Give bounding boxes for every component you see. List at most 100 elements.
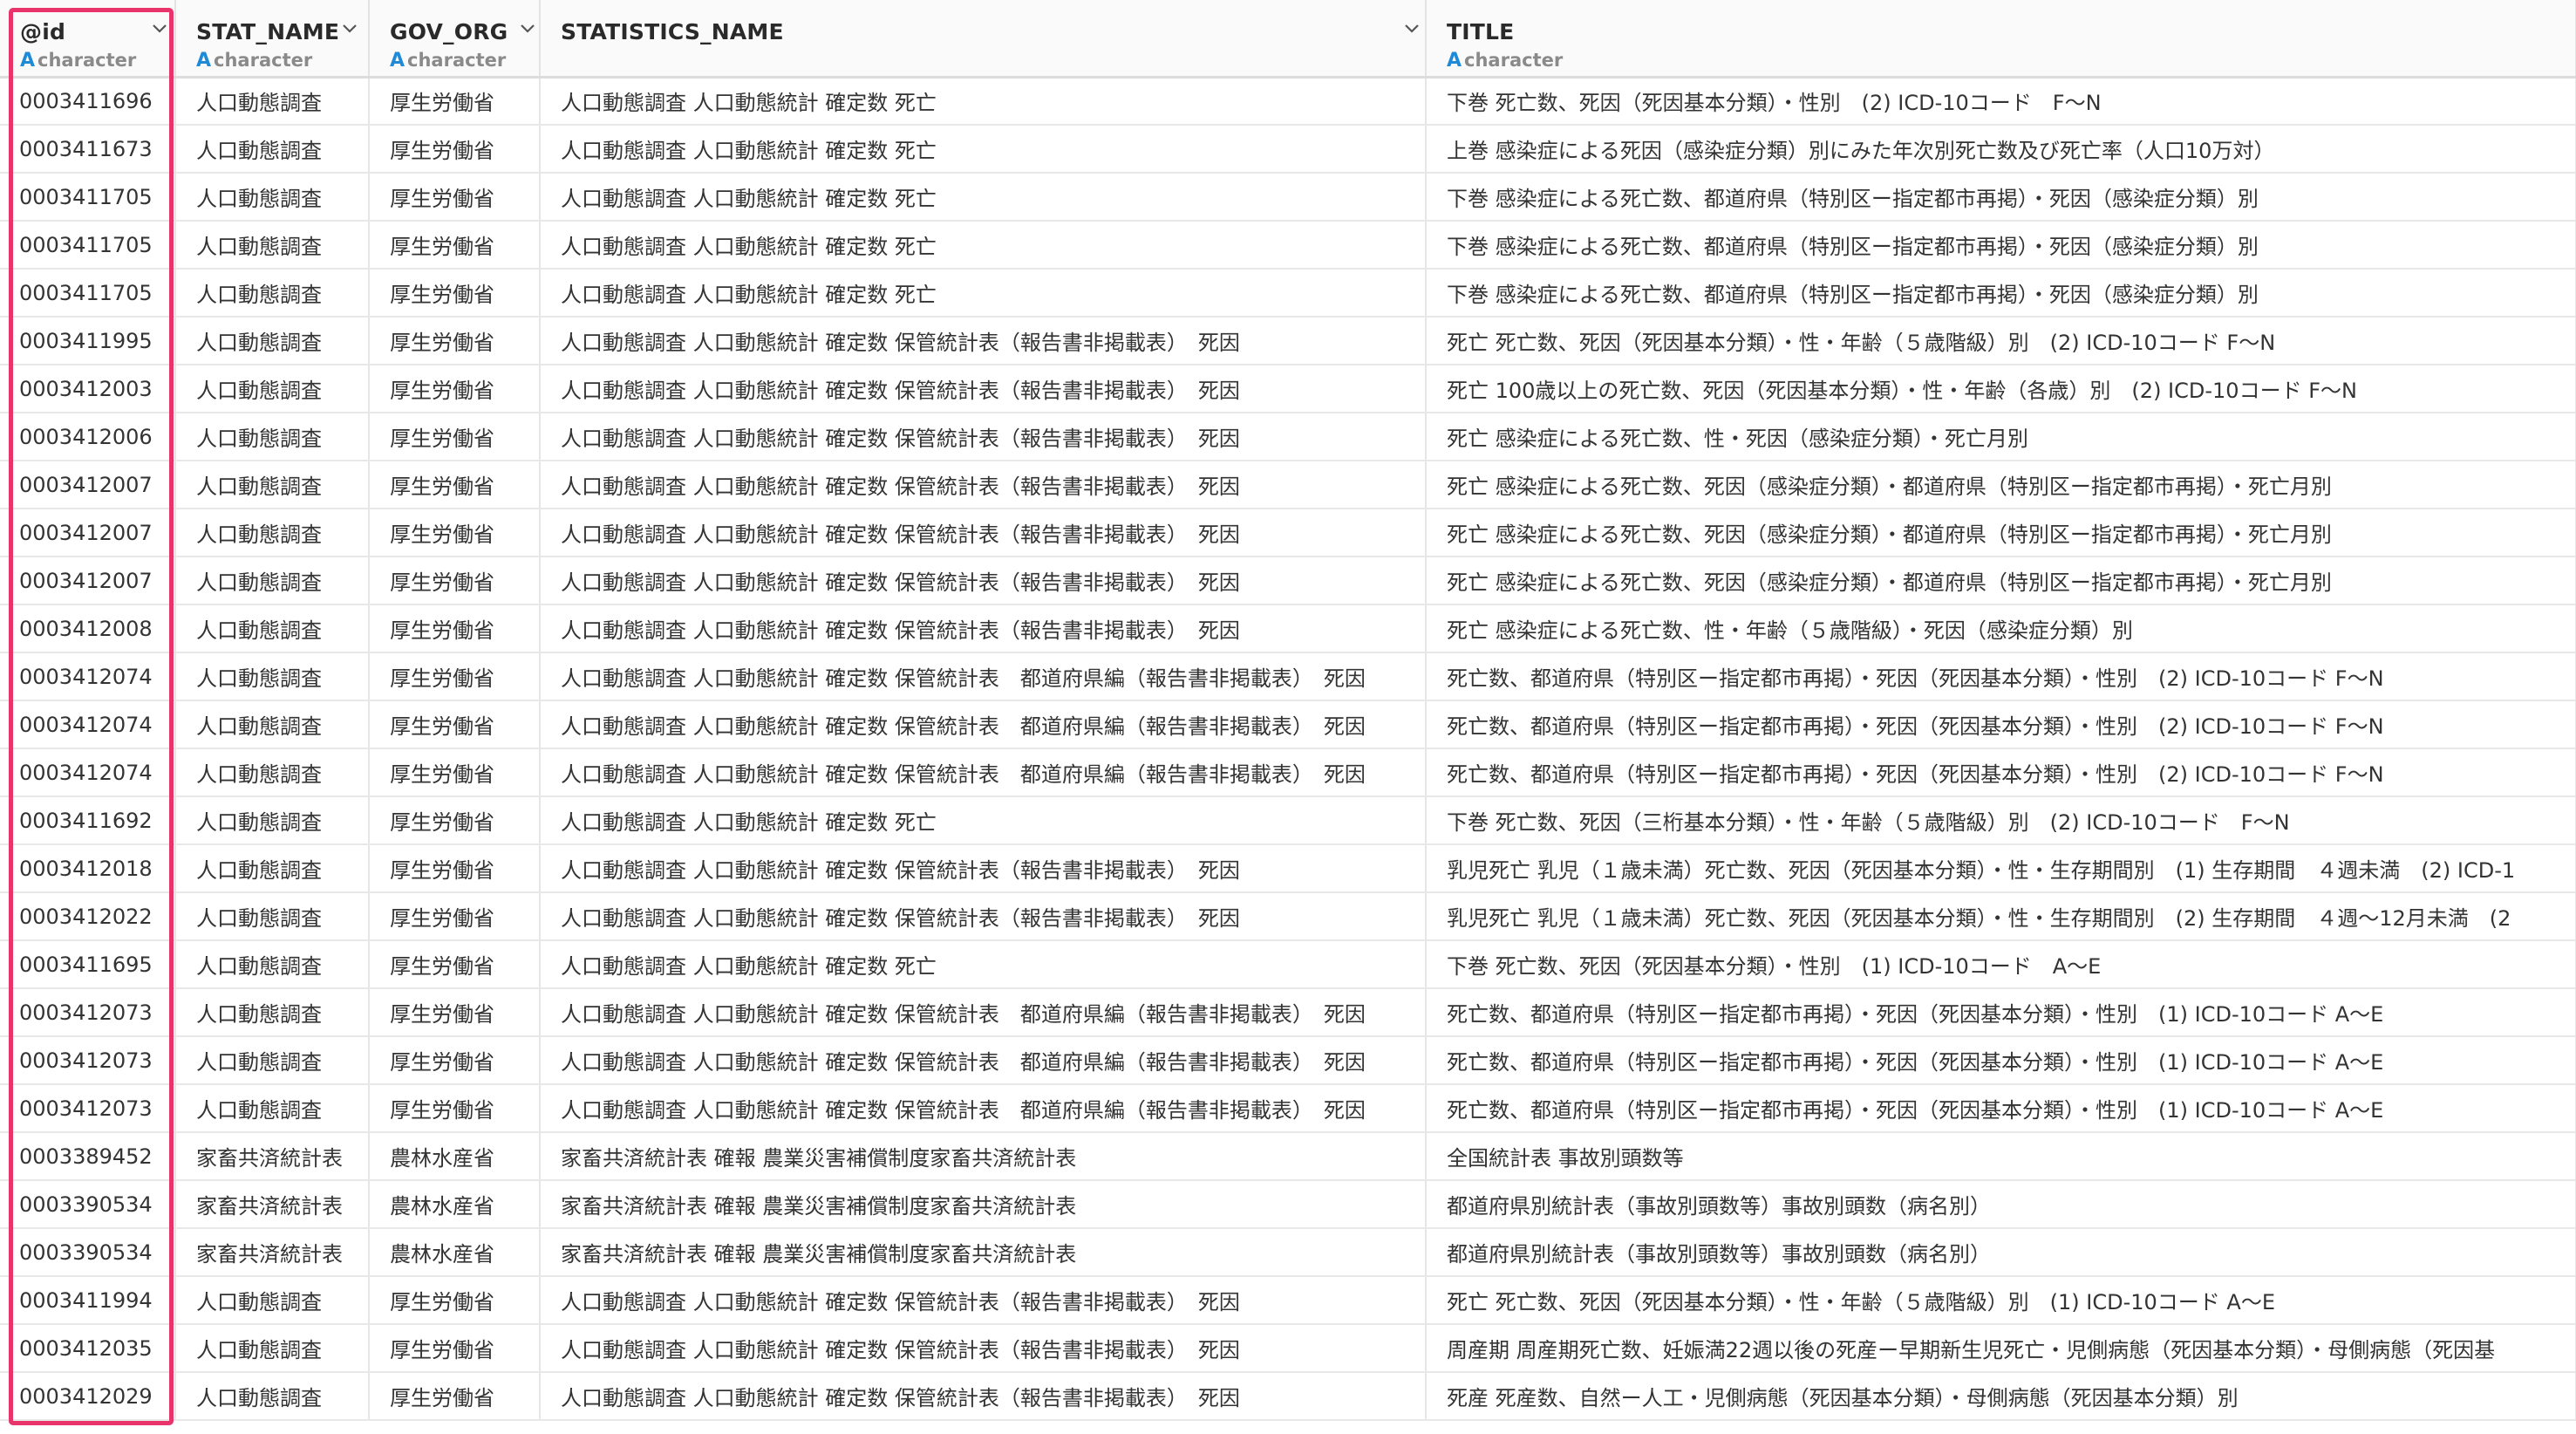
table-row[interactable]: 0003411994 人口動態調査 厚生労働省 人口動態調査 人口動態統計 確定数 保… [0,1276,2576,1325]
table-row[interactable]: 0003412029 人口動態調査 厚生労働省 人口動態調査 人口動態統計 確定数 保… [0,1372,2576,1421]
cell-title[interactable]: 死亡数、都道府県（特別区ー指定都市再掲）・死因（死因基本分類）・性別 (1) I… [1426,1084,2576,1133]
table-row[interactable]: 0003411705 人口動態調査 厚生労働省 人口動態調査 人口動態統計 確定数 死… [0,173,2576,222]
cell-id[interactable]: 0003412018 [0,844,176,893]
cell-id[interactable]: 0003412007 [0,557,176,605]
cell-title[interactable]: 死亡数、都道府県（特別区ー指定都市再掲）・死因（死因基本分類）・性別 (1) I… [1426,988,2576,1037]
cell-stat-name[interactable]: 人口動態調査 [175,1036,370,1085]
cell-stat-name[interactable]: 人口動態調査 [175,796,370,845]
cell-title[interactable]: 死亡数、都道府県（特別区ー指定都市再掲）・死因（死因基本分類）・性別 (2) I… [1426,652,2576,701]
cell-gov-org[interactable]: 厚生労働省 [369,1324,541,1373]
cell-stat-name[interactable]: 人口動態調査 [175,604,370,653]
chevron-down-icon[interactable] [1404,23,1419,35]
chevron-down-icon[interactable] [152,23,167,35]
table-row[interactable]: 0003411696 人口動態調査 厚生労働省 人口動態調査 人口動態統計 確定数 死… [0,77,2576,126]
cell-id[interactable]: 0003411696 [0,77,176,126]
cell-id[interactable]: 0003411995 [0,317,176,365]
table-row[interactable]: 0003411692 人口動態調査 厚生労働省 人口動態調査 人口動態統計 確定数 死… [0,796,2576,845]
cell-gov-org[interactable]: 厚生労働省 [369,652,541,701]
cell-gov-org[interactable]: 厚生労働省 [369,940,541,989]
table-row[interactable]: 0003412007 人口動態調査 厚生労働省 人口動態調査 人口動態統計 確定数 保… [0,557,2576,605]
table-row[interactable]: 0003412073 人口動態調査 厚生労働省 人口動態調査 人口動態統計 確定数 保… [0,988,2576,1037]
cell-stat-name[interactable]: 人口動態調査 [175,1084,370,1133]
cell-id[interactable]: 0003412073 [0,988,176,1037]
cell-id[interactable]: 0003411994 [0,1276,176,1325]
cell-title[interactable]: 死亡 感染症による死亡数、死因（感染症分類）・都道府県（特別区ー指定都市再掲）・… [1426,461,2576,509]
cell-title[interactable]: 下巻 感染症による死亡数、都道府県（特別区ー指定都市再掲）・死因（感染症分類）別 [1426,221,2576,270]
cell-gov-org[interactable]: 厚生労働省 [369,173,541,222]
table-row[interactable]: 0003412073 人口動態調査 厚生労働省 人口動態調査 人口動態統計 確定数 保… [0,1036,2576,1085]
cell-title[interactable]: 死亡 死亡数、死因（死因基本分類）・性・年齢（５歳階級）別 (1) ICD-10… [1426,1276,2576,1325]
cell-title[interactable]: 死亡数、都道府県（特別区ー指定都市再掲）・死因（死因基本分類）・性別 (2) I… [1426,748,2576,797]
chevron-down-icon[interactable] [342,23,357,35]
table-row[interactable]: 0003411673 人口動態調査 厚生労働省 人口動態調査 人口動態統計 確定数 死… [0,125,2576,174]
cell-gov-org[interactable]: 厚生労働省 [369,461,541,509]
table-row[interactable]: 0003412073 人口動態調査 厚生労働省 人口動態調査 人口動態統計 確定数 保… [0,1084,2576,1133]
cell-title[interactable]: 下巻 死亡数、死因（死因基本分類）・性別 (2) ICD-10コード F〜N [1426,77,2576,126]
cell-id[interactable]: 0003389452 [0,1132,176,1181]
cell-stat-name[interactable]: 人口動態調査 [175,221,370,270]
table-row[interactable]: 0003412035 人口動態調査 厚生労働省 人口動態調査 人口動態統計 確定数 保… [0,1324,2576,1373]
cell-stat-name[interactable]: 人口動態調査 [175,940,370,989]
table-row[interactable]: 0003412022 人口動態調査 厚生労働省 人口動態調査 人口動態統計 確定数 保… [0,892,2576,941]
cell-statistics-name[interactable]: 人口動態調査 人口動態統計 確定数 保管統計表（報告書非掲載表） 死因 [540,892,1427,941]
cell-stat-name[interactable]: 家畜共済統計表 [175,1228,370,1277]
cell-statistics-name[interactable]: 人口動態調査 人口動態統計 確定数 保管統計表（報告書非掲載表） 死因 [540,844,1427,893]
cell-gov-org[interactable]: 農林水産省 [369,1180,541,1229]
table-row[interactable]: 0003412074 人口動態調査 厚生労働省 人口動態調査 人口動態統計 確定数 保… [0,748,2576,797]
cell-gov-org[interactable]: 厚生労働省 [369,509,541,557]
cell-stat-name[interactable]: 人口動態調査 [175,173,370,222]
chevron-down-icon[interactable] [520,23,535,35]
cell-gov-org[interactable]: 厚生労働省 [369,1036,541,1085]
cell-title[interactable]: 死亡 感染症による死亡数、性・年齢（５歳階級）・死因（感染症分類）別 [1426,604,2576,653]
cell-statistics-name[interactable]: 人口動態調査 人口動態統計 確定数 保管統計表（報告書非掲載表） 死因 [540,604,1427,653]
cell-title[interactable]: 都道府県別統計表（事故別頭数等）事故別頭数（病名別） [1426,1180,2576,1229]
cell-id[interactable]: 0003390534 [0,1228,176,1277]
cell-stat-name[interactable]: 人口動態調査 [175,125,370,174]
cell-gov-org[interactable]: 厚生労働省 [369,988,541,1037]
cell-stat-name[interactable]: 家畜共済統計表 [175,1132,370,1181]
cell-statistics-name[interactable]: 人口動態調査 人口動態統計 確定数 保管統計表（報告書非掲載表） 死因 [540,365,1427,413]
cell-id[interactable]: 0003411705 [0,221,176,270]
cell-statistics-name[interactable]: 人口動態調査 人口動態統計 確定数 保管統計表（報告書非掲載表） 死因 [540,557,1427,605]
cell-statistics-name[interactable]: 家畜共済統計表 確報 農業災害補償制度家畜共済統計表 [540,1132,1427,1181]
table-row[interactable]: 0003412074 人口動態調査 厚生労働省 人口動態調査 人口動態統計 確定数 保… [0,700,2576,749]
table-row[interactable]: 0003411995 人口動態調査 厚生労働省 人口動態調査 人口動態統計 確定数 保… [0,317,2576,365]
cell-id[interactable]: 0003412029 [0,1372,176,1421]
cell-stat-name[interactable]: 人口動態調査 [175,509,370,557]
cell-gov-org[interactable]: 厚生労働省 [369,796,541,845]
cell-statistics-name[interactable]: 家畜共済統計表 確報 農業災害補償制度家畜共済統計表 [540,1180,1427,1229]
cell-stat-name[interactable]: 人口動態調査 [175,461,370,509]
cell-title[interactable]: 死亡数、都道府県（特別区ー指定都市再掲）・死因（死因基本分類）・性別 (2) I… [1426,700,2576,749]
table-row[interactable]: 0003412003 人口動態調査 厚生労働省 人口動態調査 人口動態統計 確定数 保… [0,365,2576,413]
table-row[interactable]: 0003411705 人口動態調査 厚生労働省 人口動態調査 人口動態統計 確定数 死… [0,269,2576,318]
cell-title[interactable]: 下巻 死亡数、死因（三桁基本分類）・性・年齢（５歳階級）別 (2) ICD-10… [1426,796,2576,845]
cell-statistics-name[interactable]: 人口動態調査 人口動態統計 確定数 死亡 [540,77,1427,126]
cell-title[interactable]: 下巻 感染症による死亡数、都道府県（特別区ー指定都市再掲）・死因（感染症分類）別 [1426,173,2576,222]
cell-gov-org[interactable]: 厚生労働省 [369,700,541,749]
cell-id[interactable]: 0003390534 [0,1180,176,1229]
cell-statistics-name[interactable]: 人口動態調査 人口動態統計 確定数 保管統計表 都道府県編（報告書非掲載表） 死… [540,1084,1427,1133]
column-header-gov-org[interactable]: GOV_ORG Acharacter [369,0,541,79]
cell-id[interactable]: 0003412074 [0,748,176,797]
cell-statistics-name[interactable]: 人口動態調査 人口動態統計 確定数 死亡 [540,125,1427,174]
table-row[interactable]: 0003412007 人口動態調査 厚生労働省 人口動態調査 人口動態統計 確定数 保… [0,461,2576,509]
cell-id[interactable]: 0003411692 [0,796,176,845]
cell-gov-org[interactable]: 厚生労働省 [369,221,541,270]
table-body[interactable]: 0003411696 人口動態調査 厚生労働省 人口動態調査 人口動態統計 確定数 死… [0,77,2576,1421]
cell-gov-org[interactable]: 厚生労働省 [369,557,541,605]
cell-gov-org[interactable]: 厚生労働省 [369,77,541,126]
cell-statistics-name[interactable]: 人口動態調査 人口動態統計 確定数 保管統計表 都道府県編（報告書非掲載表） 死… [540,652,1427,701]
cell-title[interactable]: 乳児死亡 乳児（１歳未満）死亡数、死因（死因基本分類）・性・生存期間別 (1) … [1426,844,2576,893]
cell-statistics-name[interactable]: 人口動態調査 人口動態統計 確定数 死亡 [540,940,1427,989]
cell-stat-name[interactable]: 人口動態調査 [175,557,370,605]
cell-id[interactable]: 0003412007 [0,509,176,557]
cell-gov-org[interactable]: 厚生労働省 [369,125,541,174]
cell-stat-name[interactable]: 人口動態調査 [175,1324,370,1373]
cell-statistics-name[interactable]: 人口動態調査 人口動態統計 確定数 保管統計表（報告書非掲載表） 死因 [540,509,1427,557]
cell-statistics-name[interactable]: 人口動態調査 人口動態統計 確定数 死亡 [540,173,1427,222]
cell-gov-org[interactable]: 厚生労働省 [369,604,541,653]
cell-title[interactable]: 死亡 感染症による死亡数、死因（感染症分類）・都道府県（特別区ー指定都市再掲）・… [1426,509,2576,557]
cell-id[interactable]: 0003412003 [0,365,176,413]
cell-gov-org[interactable]: 厚生労働省 [369,317,541,365]
cell-id[interactable]: 0003412008 [0,604,176,653]
